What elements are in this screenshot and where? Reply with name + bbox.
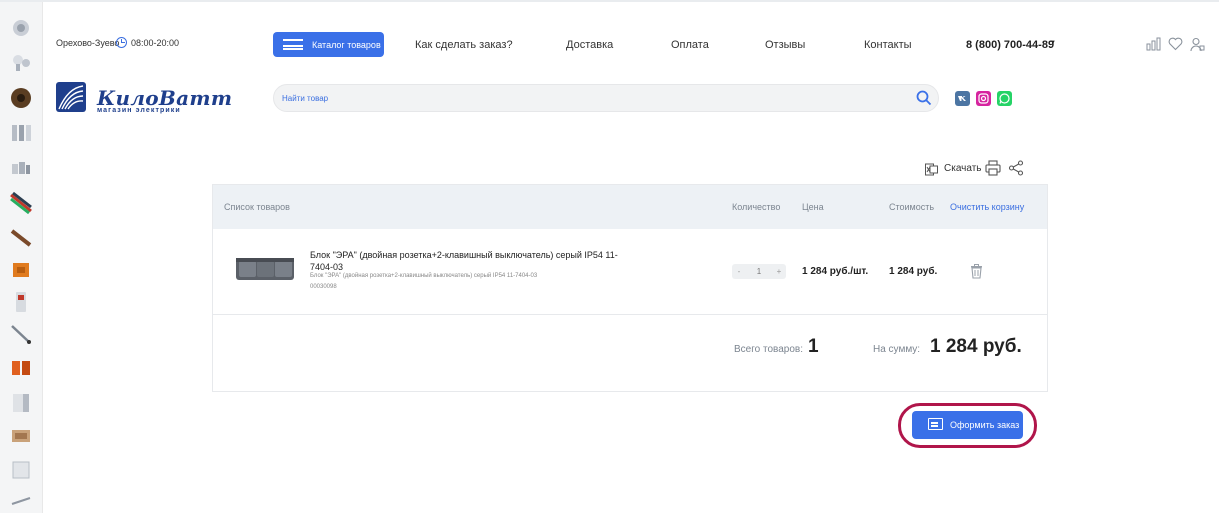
top-border: [0, 0, 1219, 2]
table-row: Блок "ЭРА" (двойная розетка+2-клавишный …: [213, 229, 1047, 315]
city-selector[interactable]: Орехово-Зуево: [56, 38, 119, 48]
nav-payment[interactable]: Оплата: [671, 39, 709, 51]
menu-icon: [283, 39, 303, 50]
product-thumbnail[interactable]: [235, 255, 295, 283]
fasteners-category-icon[interactable]: [9, 490, 33, 513]
order-form-icon: [928, 418, 943, 430]
item-price: 1 284 руб./шт.: [802, 266, 869, 277]
sockets-category-icon[interactable]: [9, 356, 33, 380]
bulbs-category-icon[interactable]: [9, 51, 33, 75]
cart-table-header: Список товаров Количество Цена Стоимость…: [213, 185, 1047, 229]
column-quantity: Количество: [732, 202, 781, 212]
clear-cart-link[interactable]: Очистить корзину: [950, 202, 1024, 212]
cart-totals: Всего товаров: 1 На сумму: 1 284 руб.: [213, 316, 1047, 391]
compare-icon[interactable]: [1146, 37, 1161, 51]
checkout-button[interactable]: Оформить заказ: [912, 411, 1023, 439]
phone-dropdown-icon[interactable]: ▼: [1050, 40, 1056, 46]
product-subtitle: Блок "ЭРА" (двойная розетка+2-клавишный …: [310, 273, 538, 279]
working-hours: 08:00-20:00: [131, 38, 180, 48]
search-icon[interactable]: [916, 90, 932, 106]
category-sidebar: [0, 2, 43, 513]
column-product-list: Список товаров: [224, 202, 290, 212]
search-input[interactable]: [282, 91, 882, 106]
cart-table: Список товаров Количество Цена Стоимость…: [212, 184, 1048, 392]
tools-category-icon[interactable]: [9, 226, 33, 250]
column-cost: Стоимость: [889, 202, 935, 212]
print-icon[interactable]: [985, 160, 1001, 176]
account-icon[interactable]: [1190, 37, 1205, 52]
cable-category-icon[interactable]: [9, 86, 33, 110]
favorites-icon[interactable]: [1168, 37, 1183, 51]
nav-delivery[interactable]: Доставка: [566, 39, 613, 51]
connectors-category-icon[interactable]: [9, 156, 33, 180]
instagram-icon[interactable]: [976, 91, 991, 106]
product-code: 00030098: [310, 284, 337, 290]
vk-icon[interactable]: [955, 91, 970, 106]
nav-reviews[interactable]: Отзывы: [765, 39, 805, 51]
grilles-category-icon[interactable]: [9, 458, 33, 482]
quantity-decrease-button[interactable]: -: [733, 265, 745, 278]
total-sum-value: 1 284 руб.: [930, 336, 1022, 357]
trash-icon[interactable]: [970, 264, 983, 279]
boxes-category-icon[interactable]: [9, 258, 33, 282]
item-cost: 1 284 руб.: [889, 266, 938, 277]
catalog-button-label: Каталог товаров: [312, 40, 381, 50]
logo-subtitle: магазин электрики: [97, 107, 181, 114]
quantity-stepper: - 1 +: [732, 264, 786, 279]
search-bar: [273, 84, 939, 112]
logo-emblem[interactable]: [56, 82, 86, 112]
breakers-category-icon[interactable]: [9, 121, 33, 145]
quantity-input[interactable]: 1: [745, 265, 773, 278]
product-name[interactable]: Блок "ЭРА" (двойная розетка+2-клавишный …: [310, 249, 620, 273]
excel-icon[interactable]: [925, 163, 938, 176]
catalog-button[interactable]: Каталог товаров: [273, 32, 384, 57]
phone-number[interactable]: 8 (800) 700-44-89: [966, 39, 1054, 51]
probe-category-icon[interactable]: [9, 322, 33, 346]
total-sum-label: На сумму:: [873, 344, 921, 355]
panels-category-icon[interactable]: [9, 391, 33, 415]
whatsapp-icon[interactable]: [997, 91, 1012, 106]
column-price: Цена: [802, 202, 824, 212]
meters-category-icon[interactable]: [9, 290, 33, 314]
total-items-label: Всего товаров:: [734, 344, 804, 355]
checkout-button-label: Оформить заказ: [950, 420, 1020, 430]
wires-category-icon[interactable]: [9, 191, 33, 215]
quantity-increase-button[interactable]: +: [773, 265, 785, 278]
nav-how-to-order[interactable]: Как сделать заказ?: [415, 39, 513, 51]
share-icon[interactable]: [1008, 160, 1024, 176]
lamps-category-icon[interactable]: [9, 16, 33, 40]
heating-category-icon[interactable]: [9, 424, 33, 448]
total-items-value: 1: [808, 336, 819, 357]
nav-contacts[interactable]: Контакты: [864, 39, 912, 51]
clock-icon: [116, 37, 127, 48]
download-link[interactable]: Скачать: [944, 163, 982, 174]
